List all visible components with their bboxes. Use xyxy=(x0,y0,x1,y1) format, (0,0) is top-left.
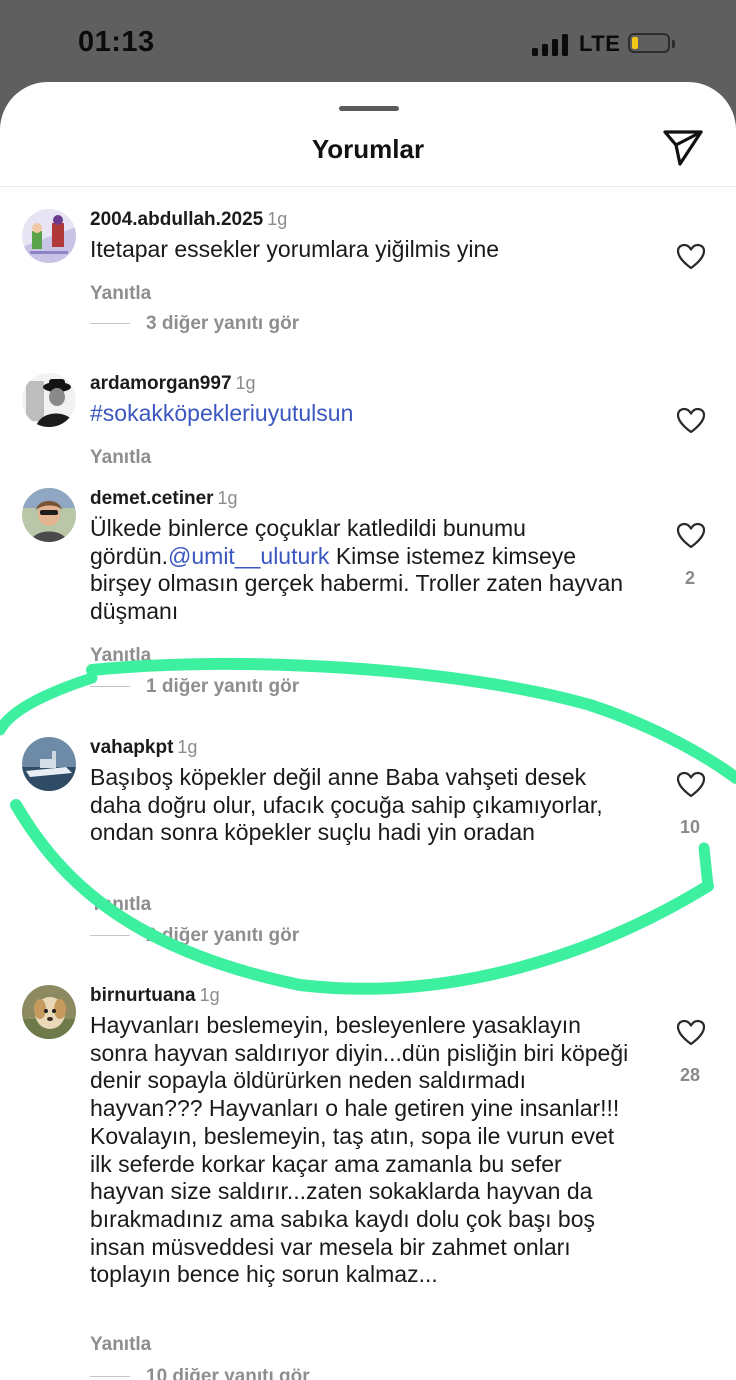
avatar[interactable] xyxy=(22,985,76,1039)
comment-text: Hayvanları beslemeyin, besleyenlere yasa… xyxy=(90,1012,629,1288)
view-replies-label: 2 diğer yanıtı gör xyxy=(146,925,300,946)
comments-sheet: Yorumlar 2004.abdullah.2025 1g Itetapar e… xyxy=(0,82,736,1380)
view-replies-button[interactable]: 2 diğer yanıtı gör xyxy=(90,925,299,947)
replies-line xyxy=(90,686,130,688)
mention-link[interactable]: @umit__uluturk xyxy=(168,543,329,569)
replies-line xyxy=(90,935,130,937)
network-type: LTE xyxy=(579,31,621,56)
view-replies-button[interactable]: 1 diğer yanıtı gör xyxy=(90,676,299,698)
status-time: 01:13 xyxy=(78,26,155,58)
sheet-title: Yorumlar xyxy=(311,134,425,164)
status-bar: 01:13 LTE xyxy=(0,0,736,88)
comment-username[interactable]: demet.cetiner xyxy=(90,488,214,509)
header-divider xyxy=(0,186,736,187)
like-count: 2 xyxy=(684,568,695,588)
view-replies-label: 1 diğer yanıtı gör xyxy=(146,676,300,697)
reply-button[interactable]: Yanıtla xyxy=(90,894,151,916)
paper-plane-icon[interactable] xyxy=(660,128,706,168)
avatar[interactable] xyxy=(22,488,76,542)
like-heart-icon[interactable] xyxy=(676,771,706,799)
comment-username[interactable]: ardamorgan997 xyxy=(90,373,232,394)
avatar[interactable] xyxy=(22,373,76,427)
avatar[interactable] xyxy=(22,737,76,791)
comment-age: 1g xyxy=(217,488,238,508)
comment-text: Ülkede binlerce çoçuklar katledildi bunu… xyxy=(90,515,630,626)
comment-age: 1g xyxy=(199,985,220,1005)
like-count: 10 xyxy=(679,817,701,837)
comment-text: Başıboş köpekler değil anne Baba vahşeti… xyxy=(90,764,603,846)
comment-age: 1g xyxy=(177,737,198,757)
comment-username[interactable]: birnurtuana xyxy=(90,985,196,1006)
comment-age: 1g xyxy=(267,209,288,229)
cellular-signal-icon xyxy=(532,34,572,56)
hashtag-link[interactable]: #sokakköpekleriuyutulsun xyxy=(90,400,630,428)
view-replies-label: 10 diğer yanıtı gör xyxy=(146,1366,310,1380)
view-replies-label: 3 diğer yanıtı gör xyxy=(146,313,300,334)
reply-button[interactable]: Yanıtla xyxy=(90,645,151,667)
like-heart-icon[interactable] xyxy=(676,243,706,271)
view-replies-button[interactable]: 10 diğer yanıtı gör xyxy=(90,1366,310,1380)
avatar[interactable] xyxy=(22,209,76,263)
reply-button[interactable]: Yanıtla xyxy=(90,1334,151,1356)
comment-age: 1g xyxy=(235,373,256,393)
comment-username[interactable]: 2004.abdullah.2025 xyxy=(90,209,263,230)
reply-button[interactable]: Yanıtla xyxy=(90,447,151,469)
reply-button[interactable]: Yanıtla xyxy=(90,283,151,305)
like-count: 28 xyxy=(679,1065,701,1085)
comment-username[interactable]: vahapkpt xyxy=(90,737,173,758)
view-replies-button[interactable]: 3 diğer yanıtı gör xyxy=(90,313,299,335)
like-heart-icon[interactable] xyxy=(676,522,706,550)
battery-icon xyxy=(628,33,676,55)
sheet-grabber[interactable] xyxy=(339,106,399,111)
replies-line xyxy=(90,1376,130,1378)
like-heart-icon[interactable] xyxy=(676,407,706,435)
comment-text: Itetapar essekler yorumlara yiğilmis yin… xyxy=(90,236,500,262)
replies-line xyxy=(90,323,130,325)
like-heart-icon[interactable] xyxy=(676,1019,706,1047)
